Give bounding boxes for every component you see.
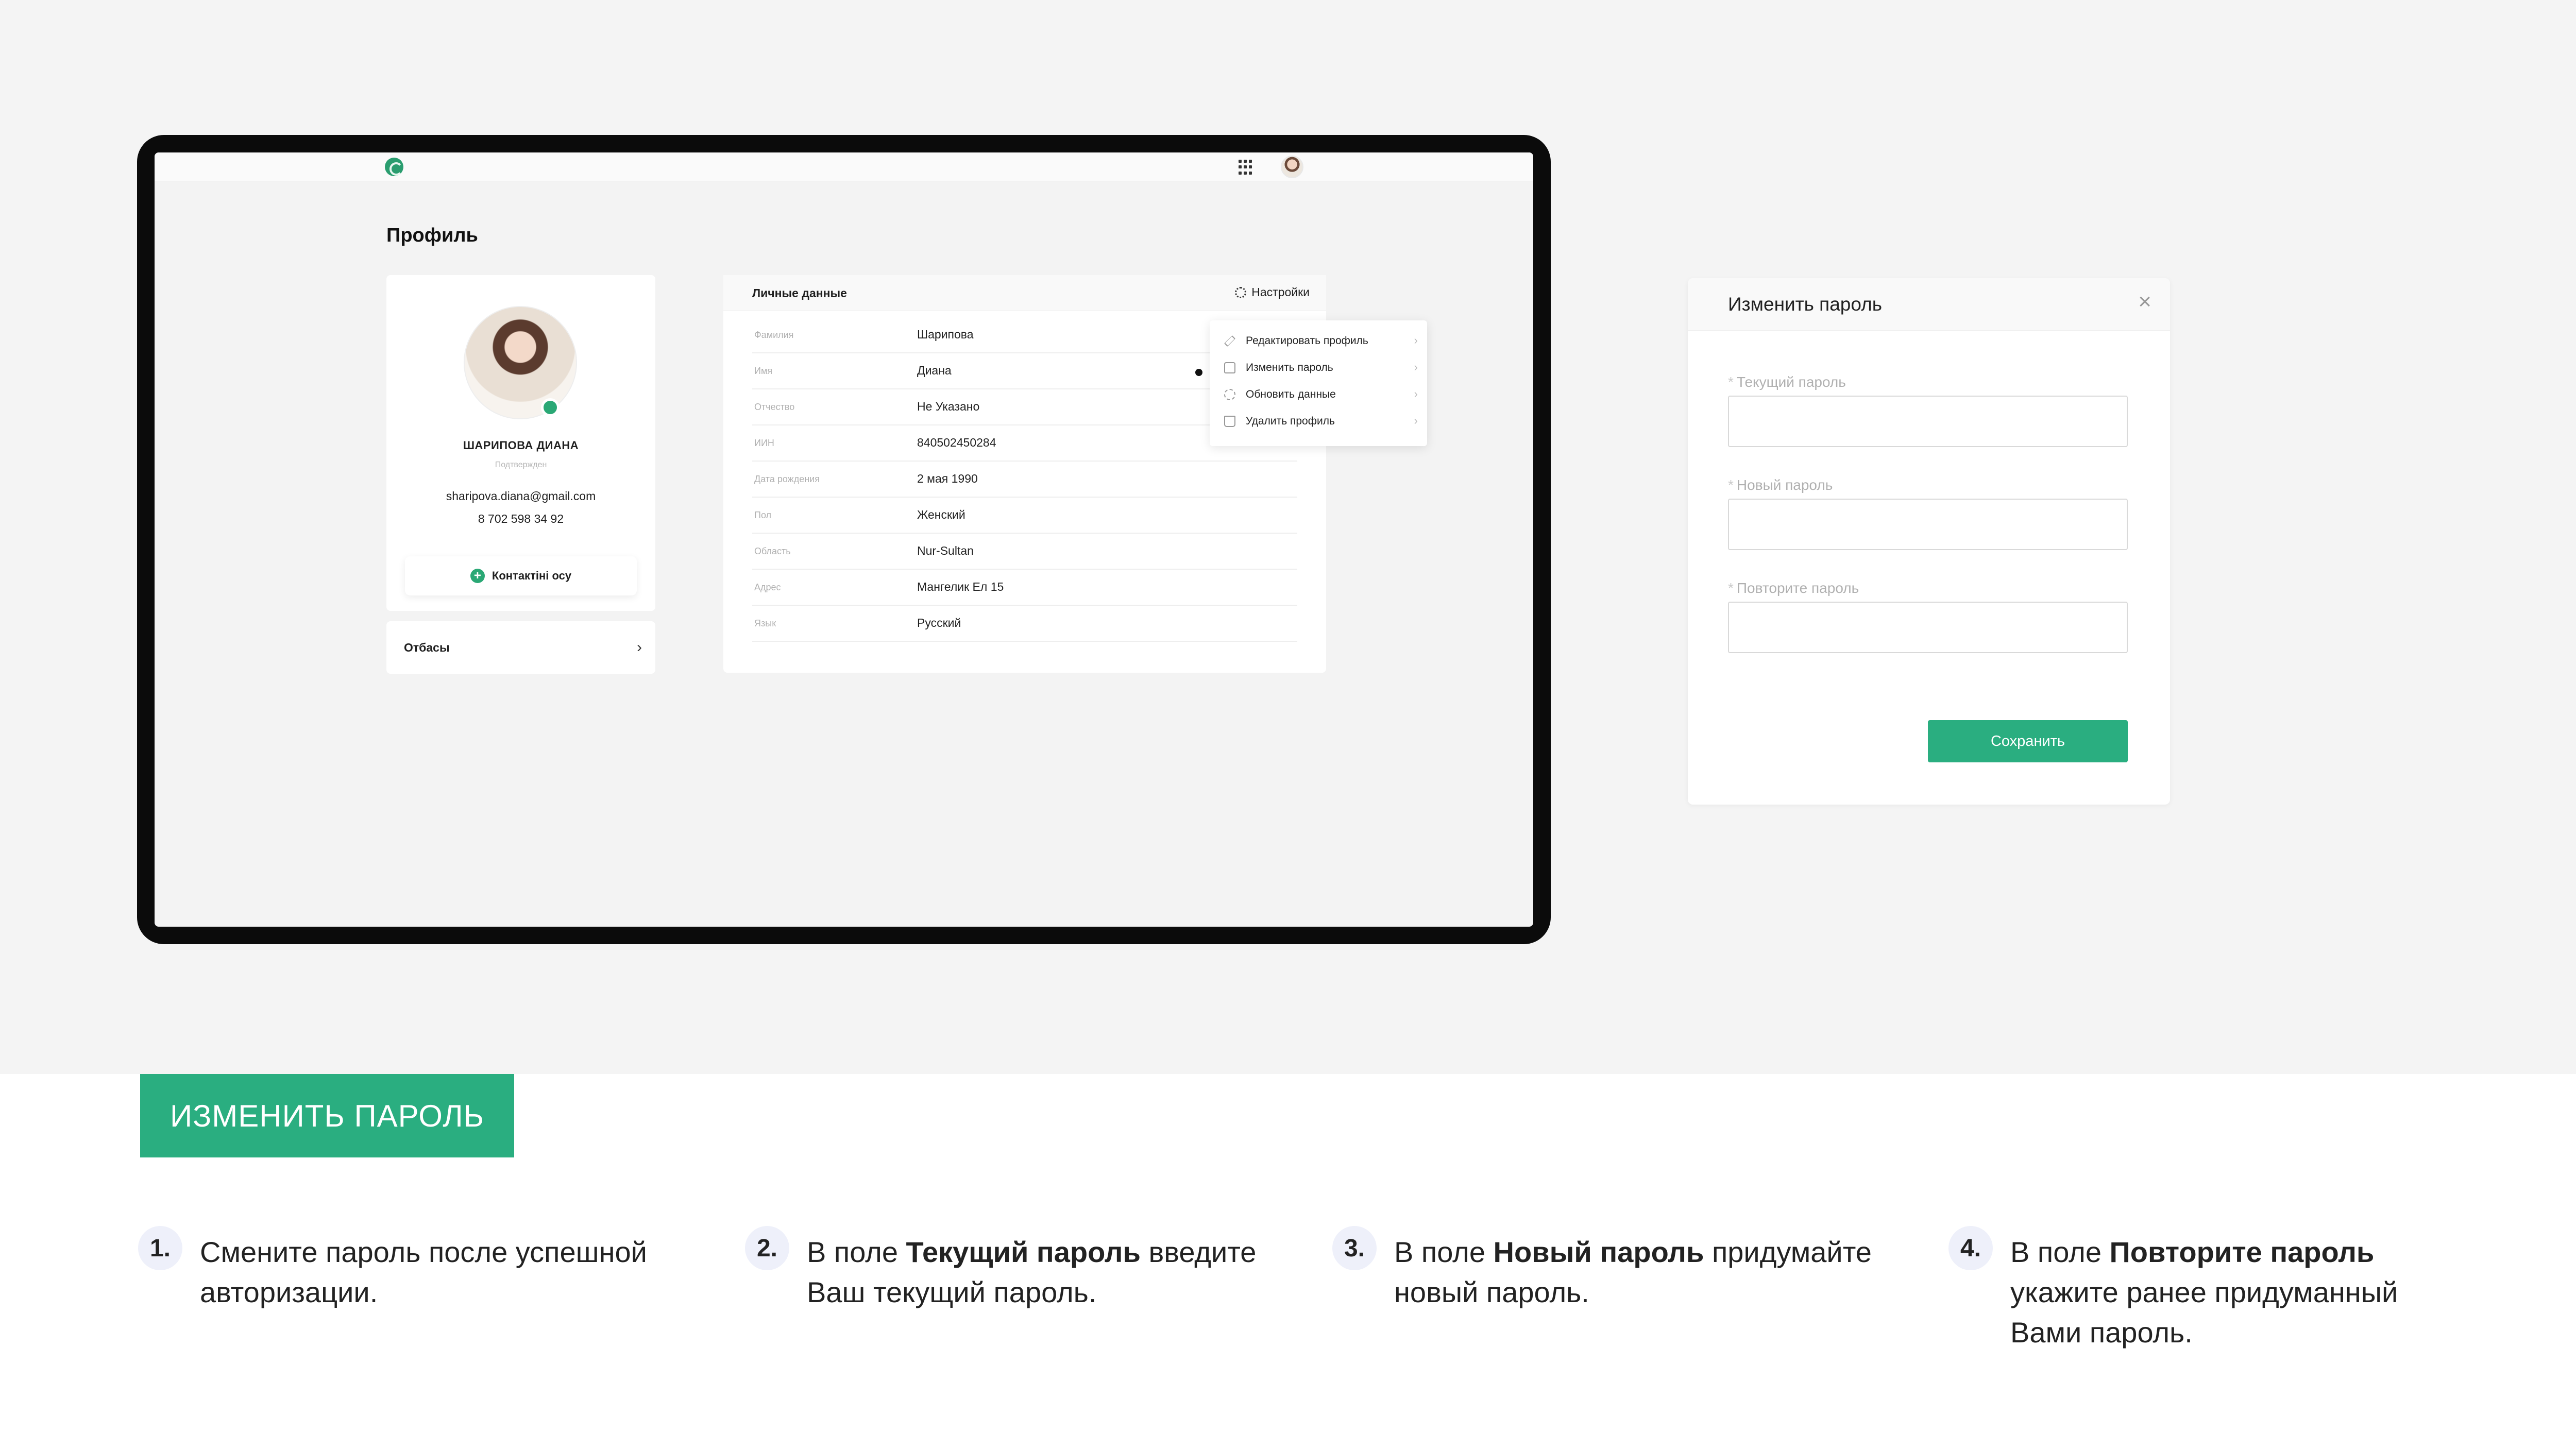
instruction-step-2: 2. В поле Текущий пароль введите Ваш тек… bbox=[745, 1226, 1317, 1312]
apps-grid-icon[interactable] bbox=[1239, 160, 1254, 175]
plus-icon: + bbox=[470, 569, 485, 583]
step-text: В поле Новый пароль придумайте новый пар… bbox=[1394, 1236, 1872, 1308]
menu-item-label: Редактировать профиль bbox=[1246, 335, 1368, 347]
modal-title: Изменить пароль bbox=[1728, 294, 1882, 315]
app-header bbox=[155, 152, 1533, 181]
chevron-right-icon: › bbox=[1414, 387, 1418, 400]
pointer-dot bbox=[1195, 369, 1202, 376]
row-value: Nur-Sultan bbox=[917, 544, 974, 557]
modal-header: Изменить пароль × bbox=[1688, 278, 2170, 331]
trash-icon bbox=[1224, 416, 1235, 427]
family-link[interactable]: Отбасы › bbox=[386, 621, 655, 674]
row-value: Шарипова bbox=[917, 328, 974, 341]
data-row-gender: Пол Женский bbox=[752, 498, 1297, 534]
menu-item-edit-profile[interactable]: Редактировать профиль › bbox=[1210, 328, 1427, 354]
settings-dropdown-menu: Редактировать профиль › Изменить пароль … bbox=[1210, 320, 1427, 446]
data-row-language: Язык Русский bbox=[752, 606, 1297, 642]
step-text: В поле Повторите пароль укажите ранее пр… bbox=[2010, 1236, 2398, 1349]
row-value: 840502450284 bbox=[917, 436, 996, 449]
row-value: Русский bbox=[917, 616, 961, 629]
row-label: Область bbox=[754, 546, 791, 556]
pencil-icon bbox=[1224, 335, 1235, 347]
profile-status: Подтвержден bbox=[495, 461, 547, 469]
row-value: Не Указано bbox=[917, 400, 980, 413]
chevron-right-icon: › bbox=[1414, 361, 1418, 373]
save-button[interactable]: Сохранить bbox=[1928, 720, 2128, 762]
row-label: Адрес bbox=[754, 582, 781, 592]
lock-icon bbox=[1224, 362, 1235, 373]
profile-phone: 8 702 598 34 92 bbox=[478, 512, 564, 525]
step-number: 4. bbox=[1948, 1226, 1993, 1270]
row-label: Имя bbox=[754, 366, 773, 376]
new-password-field[interactable] bbox=[1728, 499, 2128, 550]
step-text: Смените пароль после успешной авторизаци… bbox=[200, 1236, 647, 1308]
step-number: 1. bbox=[138, 1226, 182, 1270]
menu-item-change-password[interactable]: Изменить пароль › bbox=[1210, 354, 1427, 381]
chevron-right-icon: › bbox=[637, 639, 642, 656]
personal-data-title: Личные данные bbox=[752, 286, 847, 300]
row-label: Отчество bbox=[754, 402, 795, 412]
row-label: Фамилия bbox=[754, 330, 794, 340]
section-banner: ИЗМЕНИТЬ ПАРОЛЬ bbox=[140, 1074, 514, 1157]
instruction-step-3: 3. В поле Новый пароль придумайте новый … bbox=[1332, 1226, 1899, 1312]
row-value: Женский bbox=[917, 508, 965, 521]
gear-icon bbox=[1235, 286, 1247, 298]
menu-item-label: Изменить пароль bbox=[1246, 362, 1333, 373]
menu-item-label: Удалить профиль bbox=[1246, 415, 1335, 427]
repeat-password-label: * Повторите пароль bbox=[1728, 580, 1859, 596]
page-title: Профиль bbox=[386, 225, 478, 246]
family-label: Отбасы bbox=[404, 640, 450, 654]
repeat-password-field[interactable] bbox=[1728, 602, 2128, 653]
instruction-step-4: 4. В поле Повторите пароль укажите ранее… bbox=[1948, 1226, 2469, 1353]
current-password-field[interactable] bbox=[1728, 396, 2128, 447]
data-row-birthdate: Дата рождения 2 мая 1990 bbox=[752, 462, 1297, 498]
step-number: 2. bbox=[745, 1226, 789, 1270]
settings-label: Настройки bbox=[1251, 285, 1310, 299]
add-contact-button[interactable]: + Контактіні осу bbox=[405, 556, 637, 595]
step-text: В поле Текущий пароль введите Ваш текущи… bbox=[807, 1236, 1257, 1308]
verified-icon bbox=[541, 398, 560, 417]
menu-item-refresh-data[interactable]: Обновить данные › bbox=[1210, 381, 1427, 408]
profile-photo bbox=[464, 306, 577, 419]
current-password-label: * Текущий пароль bbox=[1728, 374, 1846, 390]
row-value: Диана bbox=[917, 364, 952, 377]
row-label: Дата рождения bbox=[754, 474, 820, 484]
profile-name: ШАРИПОВА ДИАНА bbox=[463, 439, 579, 452]
profile-card: ШАРИПОВА ДИАНА Подтвержден sharipova.dia… bbox=[386, 275, 655, 611]
close-icon[interactable]: × bbox=[2138, 291, 2151, 313]
settings-button[interactable]: Настройки bbox=[1235, 285, 1310, 299]
data-row-address: Адрес Мангелик Ел 15 bbox=[752, 570, 1297, 606]
personal-data-header: Личные данные Настройки bbox=[723, 275, 1326, 311]
new-password-label: * Новый пароль bbox=[1728, 477, 1833, 493]
change-password-modal: Изменить пароль × * Текущий пароль * Новый… bbox=[1688, 278, 2170, 805]
step-number: 3. bbox=[1332, 1226, 1377, 1270]
row-label: Пол bbox=[754, 510, 772, 520]
row-value: 2 мая 1990 bbox=[917, 472, 978, 485]
row-value: Мангелик Ел 15 bbox=[917, 580, 1004, 593]
instruction-step-1: 1. Смените пароль после успешной авториз… bbox=[138, 1226, 720, 1312]
avatar[interactable] bbox=[1281, 156, 1303, 178]
row-label: Язык bbox=[754, 618, 776, 628]
row-label: ИИН bbox=[754, 438, 774, 448]
chevron-right-icon: › bbox=[1414, 414, 1418, 427]
app-screen: Профиль ШАРИПОВА ДИАНА Подтвержден shari… bbox=[155, 152, 1533, 927]
data-row-region: Область Nur-Sultan bbox=[752, 534, 1297, 570]
logo-icon[interactable] bbox=[385, 158, 403, 176]
add-contact-label: Контактіні осу bbox=[492, 569, 572, 582]
refresh-icon bbox=[1224, 389, 1235, 400]
menu-item-label: Обновить данные bbox=[1246, 388, 1336, 400]
menu-item-delete-profile[interactable]: Удалить профиль › bbox=[1210, 408, 1427, 435]
profile-email: sharipova.diana@gmail.com bbox=[446, 489, 596, 503]
chevron-right-icon: › bbox=[1414, 334, 1418, 347]
